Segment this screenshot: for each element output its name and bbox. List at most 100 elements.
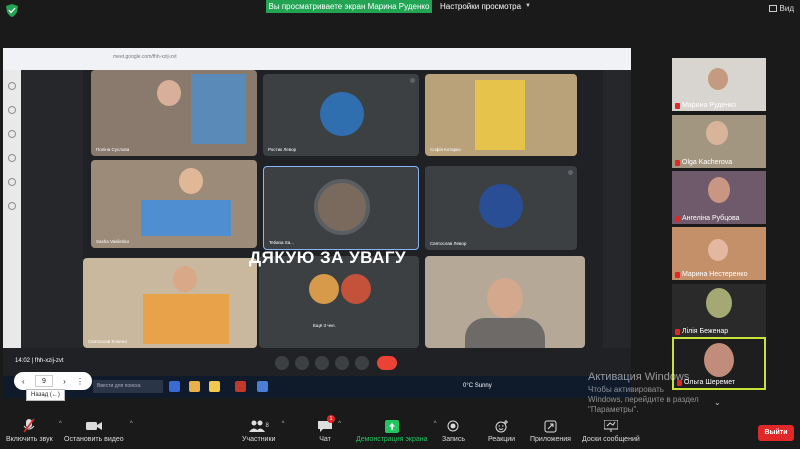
avatar xyxy=(341,274,371,304)
share-screen-button[interactable]: Демонстрация экрана ^ xyxy=(356,417,437,443)
share-screen-icon xyxy=(384,417,399,435)
participant-name: Ангеліна Рубцова xyxy=(682,215,740,222)
tile-name: Святослав Ключко xyxy=(88,339,127,344)
windows-taskbar: Ввести для поиска 0°C Sunny xyxy=(3,376,631,398)
chat-button[interactable]: 1 Чат ^ xyxy=(318,415,341,443)
participant-tile[interactable]: Марина Руденко xyxy=(672,58,766,111)
browser-side-rail xyxy=(3,70,21,370)
video-camera-icon xyxy=(85,417,102,435)
chevron-down-icon: ▼ xyxy=(525,3,531,9)
taskview-icon[interactable] xyxy=(169,381,180,392)
reactions-button[interactable]: Реакции xyxy=(488,417,515,443)
chevron-up-icon[interactable]: ^ xyxy=(434,421,437,427)
opera-icon[interactable] xyxy=(235,381,246,392)
video-tile: Sasha Vasilenko xyxy=(91,160,257,248)
view-label: Вид xyxy=(779,4,794,13)
chevron-up-icon[interactable]: ^ xyxy=(282,421,285,427)
rail-icon xyxy=(8,82,16,90)
smiley-plus-icon xyxy=(495,417,509,435)
tile-name: Sasha Vasilenko xyxy=(96,239,130,244)
activation-watermark-text: Чтобы активировать Windows, перейдите в … xyxy=(588,385,699,414)
meeting-time: 14:02 | fhh-xzij-zvt xyxy=(15,358,64,364)
drawing xyxy=(143,294,229,344)
profile-photo xyxy=(706,288,732,318)
video-tile: Ростик Левор xyxy=(263,74,419,156)
chevron-up-icon[interactable]: ^ xyxy=(338,421,341,427)
shield-icon[interactable] xyxy=(6,4,18,17)
mic-off-icon xyxy=(410,78,415,83)
view-options-menu[interactable]: Настройки просмотра ▼ xyxy=(440,0,531,13)
chevron-up-icon[interactable]: ^ xyxy=(59,421,62,427)
next-page-icon[interactable]: › xyxy=(63,377,66,386)
tile-name: Софія Котарко xyxy=(430,147,461,152)
thanks-overlay: ДЯКУЮ ЗА УВАГУ xyxy=(249,248,407,267)
chevron-up-icon[interactable]: ^ xyxy=(130,421,133,427)
participant-tile[interactable]: Olga Kacherova xyxy=(672,115,766,168)
apps-label: Приложения xyxy=(530,436,571,443)
person-face xyxy=(157,80,181,106)
video-tile: Святослав Левор xyxy=(425,166,577,250)
meet-hand-button[interactable] xyxy=(315,356,329,370)
people-icon: 8 xyxy=(248,417,269,435)
view-button[interactable]: Вид xyxy=(768,4,794,13)
mic-off-icon xyxy=(568,170,573,175)
browser-toolbar: meet.google.com/fhh-xzij-zvt xyxy=(3,48,631,70)
taskbar-search[interactable]: Ввести для поиска xyxy=(93,380,163,393)
back-tooltip: Назад (←) xyxy=(26,389,65,401)
chevron-down-icon[interactable]: ⌄ xyxy=(714,398,721,407)
prev-page-icon[interactable]: ‹ xyxy=(22,377,25,386)
chat-label: Чат xyxy=(319,436,331,443)
page-navigator: ‹ 9 › ⋮ xyxy=(14,372,92,390)
meeting-toolbar: Включить звук ^ Остановить видео ^ 8 Уча… xyxy=(0,415,800,449)
meet-end-call-button[interactable] xyxy=(377,356,397,370)
meet-more-button[interactable] xyxy=(355,356,369,370)
video-tile xyxy=(425,256,585,348)
unmute-label: Включить звук xyxy=(6,436,53,443)
record-button[interactable]: Запись xyxy=(442,417,465,443)
participant-tile[interactable]: Марина Нестеренко xyxy=(672,227,766,280)
rail-icon xyxy=(8,106,16,114)
participants-button[interactable]: 8 Участники ^ xyxy=(242,417,284,443)
tile-name: Святослав Левор xyxy=(430,241,467,246)
speaker-avatar xyxy=(314,179,370,235)
tile-name: Ростик Левор xyxy=(268,147,297,152)
avatar xyxy=(479,184,523,228)
whiteboards-button[interactable]: Доски сообщений xyxy=(582,417,640,443)
leave-button[interactable]: Выйти xyxy=(758,425,794,441)
meet-present-button[interactable] xyxy=(335,356,349,370)
drawing xyxy=(191,74,246,144)
app-icon[interactable] xyxy=(257,381,268,392)
meet-camera-button[interactable] xyxy=(295,356,309,370)
folder-icon[interactable] xyxy=(209,381,220,392)
participants-label: Участники xyxy=(242,436,276,443)
meet-mic-button[interactable] xyxy=(275,356,289,370)
participant-name: Марина Нестеренко xyxy=(682,271,748,278)
chrome-icon[interactable] xyxy=(189,381,200,392)
more-icon[interactable]: ⋮ xyxy=(76,377,84,386)
avatar xyxy=(309,274,339,304)
person-face xyxy=(708,68,728,90)
weather-widget: 0°C Sunny xyxy=(463,383,492,389)
page-number-field[interactable]: 9 xyxy=(34,375,53,387)
participant-tile[interactable]: Ангеліна Рубцова xyxy=(672,171,766,224)
apps-button[interactable]: Приложения xyxy=(530,417,571,443)
activation-watermark-title: Активация Windows xyxy=(588,371,690,383)
participant-tile[interactable]: Лілія Беженар xyxy=(672,284,766,337)
share-screen-label: Демонстрация экрана xyxy=(356,436,428,443)
rail-icon xyxy=(8,154,16,162)
person-face xyxy=(487,278,523,318)
apps-icon xyxy=(544,417,557,435)
mic-off-icon xyxy=(675,328,680,335)
mic-off-icon xyxy=(675,159,680,166)
mic-off-icon xyxy=(675,271,680,278)
reactions-label: Реакции xyxy=(488,436,516,443)
video-tile-speaker: Tetiana Sa... xyxy=(263,166,419,250)
more-participants-label: Ещё 3 чел. xyxy=(313,323,336,328)
tile-name: Tetiana Sa... xyxy=(269,240,295,245)
mic-off-icon xyxy=(675,215,680,222)
meet-grid: Поліна Суслова Ростик Левор Софія Котарк… xyxy=(83,70,603,370)
mic-muted-icon xyxy=(22,417,36,435)
unmute-button[interactable]: Включить звук ^ xyxy=(6,417,62,443)
stop-video-button[interactable]: Остановить видео ^ xyxy=(64,417,133,443)
grid-icon xyxy=(768,5,777,12)
